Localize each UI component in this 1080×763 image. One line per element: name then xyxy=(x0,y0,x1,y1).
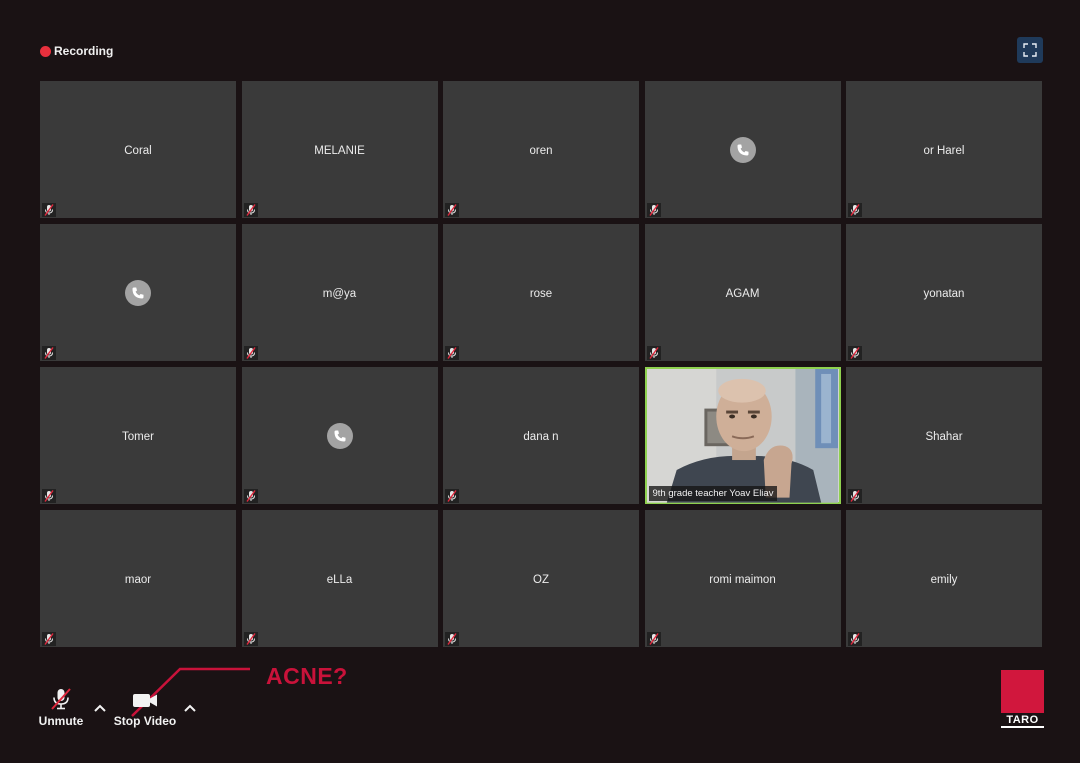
participant-tile-melanie[interactable]: MELANIE xyxy=(241,81,438,218)
participant-tile-dana-n[interactable]: dana n xyxy=(443,367,639,504)
participant-tile-ella[interactable]: eLLa xyxy=(241,510,438,647)
muted-mic-icon xyxy=(243,203,258,217)
unmute-button[interactable]: Unmute xyxy=(38,687,84,728)
muted-mic-icon xyxy=(42,632,56,646)
participant-name: romi maimon xyxy=(709,574,776,586)
participant-tile-maor[interactable]: maor xyxy=(40,510,236,647)
participant-name: rose xyxy=(529,288,553,300)
participant-tile-oren[interactable]: oren xyxy=(443,81,639,218)
participant-grid: Coral MELANIE oren or Harel m@ya rose AG… xyxy=(40,81,1042,647)
audio-options-button[interactable] xyxy=(92,700,108,716)
muted-mic-icon xyxy=(646,632,661,646)
muted-mic-icon xyxy=(848,203,862,217)
recording-dot-icon xyxy=(40,45,51,57)
participant-video-feed xyxy=(646,369,839,503)
participant-tile-phone-2[interactable] xyxy=(40,224,236,361)
participant-tile-yoav-video[interactable]: 9th grade teacher Yoav Eliav xyxy=(644,367,841,504)
muted-mic-icon xyxy=(243,346,258,360)
taro-logo: TARO xyxy=(1001,670,1044,728)
annotation-label: ACNE? xyxy=(266,663,348,689)
participant-tile-coral[interactable]: Coral xyxy=(40,81,236,218)
participant-tile-romi-maimon[interactable]: romi maimon xyxy=(644,510,841,647)
participant-name: oren xyxy=(529,145,553,157)
participant-tile-oz[interactable]: OZ xyxy=(443,510,639,647)
participant-tile-phone-3[interactable] xyxy=(241,367,438,504)
fullscreen-icon xyxy=(1023,43,1037,57)
participant-name: AGAM xyxy=(725,288,760,300)
participant-tile-maya[interactable]: m@ya xyxy=(241,224,438,361)
muted-mic-icon xyxy=(646,203,661,217)
muted-mic-icon xyxy=(42,489,56,503)
fullscreen-button[interactable] xyxy=(1017,37,1043,63)
muted-mic-icon xyxy=(445,489,459,503)
participant-tile-or-harel[interactable]: or Harel xyxy=(846,81,1042,218)
phone-icon xyxy=(729,137,756,163)
participant-name: MELANIE xyxy=(314,145,365,157)
participant-name: Shahar xyxy=(925,431,963,443)
participant-video-caption: 9th grade teacher Yoav Eliav xyxy=(648,486,778,501)
unmute-label: Unmute xyxy=(38,714,84,728)
muted-mic-icon xyxy=(646,346,661,360)
participant-tile-agam[interactable]: AGAM xyxy=(644,224,841,361)
muted-mic-icon xyxy=(243,489,258,503)
participant-name: OZ xyxy=(533,574,549,586)
participant-tile-rose[interactable]: rose xyxy=(443,224,639,361)
participant-name: dana n xyxy=(523,431,559,443)
participant-name: or Harel xyxy=(923,145,965,157)
participant-tile-phone-1[interactable] xyxy=(644,81,841,218)
muted-mic-icon xyxy=(848,489,862,503)
participant-name: yonatan xyxy=(923,288,965,300)
muted-mic-icon xyxy=(445,346,459,360)
muted-mic-icon xyxy=(51,688,71,710)
muted-mic-icon xyxy=(42,203,56,217)
video-off-icon xyxy=(133,694,157,707)
stop-video-button[interactable]: Stop Video xyxy=(113,690,177,728)
logo-text: TARO xyxy=(1001,714,1044,728)
participant-name: eLLa xyxy=(326,574,353,586)
chevron-up-icon xyxy=(94,704,106,712)
participant-name: maor xyxy=(124,574,152,586)
recording-label: Recording xyxy=(54,44,114,58)
muted-mic-icon xyxy=(445,632,459,646)
recording-indicator: Recording xyxy=(40,43,113,59)
muted-mic-icon xyxy=(848,346,862,360)
video-options-button[interactable] xyxy=(182,700,198,716)
phone-icon xyxy=(326,423,353,449)
muted-mic-icon xyxy=(243,632,258,646)
participant-name: m@ya xyxy=(322,288,357,300)
muted-mic-icon xyxy=(445,203,459,217)
muted-mic-icon xyxy=(848,632,862,646)
chevron-up-icon xyxy=(184,704,196,712)
phone-icon xyxy=(125,280,151,306)
stop-video-label: Stop Video xyxy=(113,714,177,728)
participant-name: Coral xyxy=(124,145,152,157)
participant-tile-shahar[interactable]: Shahar xyxy=(846,367,1042,504)
muted-mic-icon xyxy=(42,346,56,360)
participant-tile-yonatan[interactable]: yonatan xyxy=(846,224,1042,361)
participant-name: emily xyxy=(930,574,958,586)
participant-tile-emily[interactable]: emily xyxy=(846,510,1042,647)
participant-tile-tomer[interactable]: Tomer xyxy=(40,367,236,504)
participant-name: Tomer xyxy=(122,431,154,443)
logo-square xyxy=(1001,670,1044,713)
